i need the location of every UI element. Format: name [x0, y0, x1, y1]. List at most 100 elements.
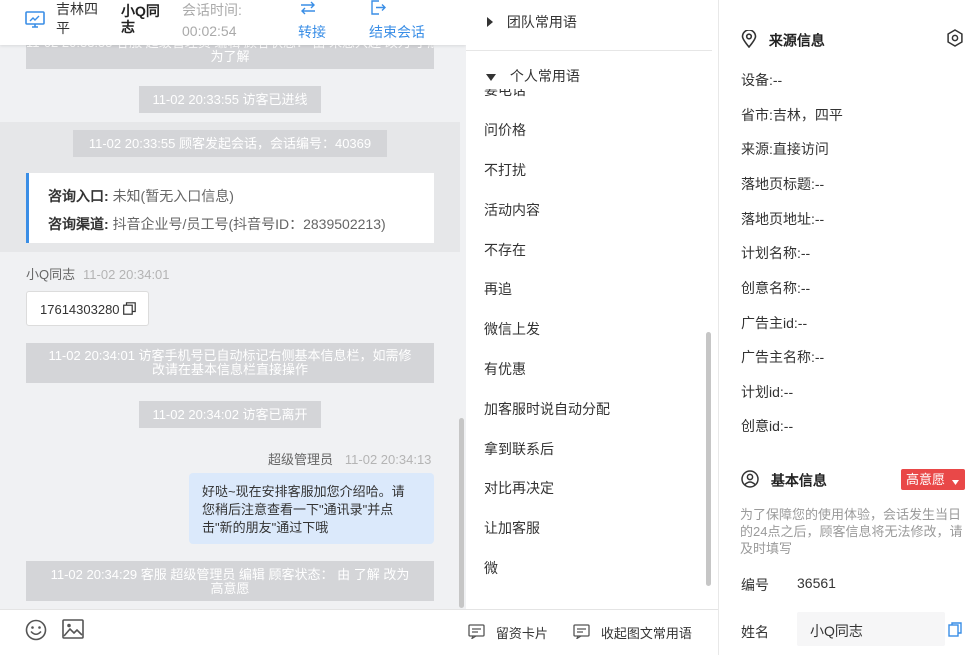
row-key: 创意id:	[741, 418, 784, 434]
system-message-text: 为了解	[210, 49, 250, 64]
agent-message-sender: 超级管理员	[268, 452, 334, 467]
visitor-message-phone: 17614303280	[40, 302, 120, 317]
card-icon	[468, 623, 485, 642]
chat-scrollbar[interactable]	[459, 418, 464, 608]
row-key: 计划名称:	[741, 245, 801, 261]
system-message-entered: 11-02 20:33:55 访客已进线	[139, 86, 321, 113]
row-value: --	[814, 176, 825, 192]
row-key: 广告主id:	[741, 315, 798, 331]
consult-entry-row: 咨询入口: 未知(暂无入口信息)	[48, 186, 234, 206]
session-start-block: 11-02 20:33:55 顾客发起会话，会话编号：40369 咨询入口: 未…	[0, 122, 460, 252]
row-value: --	[814, 349, 825, 365]
row-key: 广告主名称:	[741, 349, 815, 365]
phrase-item[interactable]: 活动内容	[484, 200, 540, 220]
id-value: 36561	[797, 575, 836, 591]
caret-down-icon	[951, 470, 959, 491]
system-message-text: 11-02 20:34:01 访客手机号已自动标记右侧基本信息栏，如需修	[48, 348, 412, 363]
source-row-landing-url: 落地页地址:--	[741, 209, 824, 229]
personal-phrases-toggle[interactable]: 个人常用语	[466, 66, 712, 89]
phrase-item[interactable]: 加客服时说自动分配	[484, 399, 610, 419]
emoji-icon[interactable]	[25, 619, 47, 644]
system-message-status-change: 11-02 20:34:29 客服 超级管理员 编辑 顾客状态： 由 了解 改为…	[26, 561, 434, 601]
row-value: --	[772, 72, 783, 88]
visitor-name: 吉林四平	[56, 1, 98, 36]
row-value: --	[783, 384, 794, 400]
row-key: 落地页地址:	[741, 211, 815, 227]
copy-icon[interactable]	[123, 302, 136, 318]
consult-channel-row: 咨询渠道: 抖音企业号/员工号(抖音号ID：2839502213)	[48, 214, 386, 234]
team-phrases-toggle[interactable]: 团队常用语	[486, 12, 577, 34]
consult-entry-value: 未知(暂无入口信息)	[112, 188, 234, 204]
row-value: --	[800, 280, 811, 296]
notice-text: 及时填写	[740, 541, 793, 556]
phrases-panel: 团队常用语 要电话 个人常用语 问价格 不打扰 活动内容 不存在 再追 微信上发…	[466, 0, 718, 655]
agent-message-text: 您稍后注意查看一下"通讯录"并点	[202, 502, 394, 517]
phrases-divider	[466, 50, 712, 51]
name-field[interactable]: 小Q同志	[797, 612, 945, 646]
agent-message-meta: 超级管理员 11-02 20:34:13	[268, 449, 431, 468]
source-info-header: 来源信息	[741, 29, 825, 51]
intent-badge-label: 高意愿	[906, 472, 946, 487]
phrase-item[interactable]: 对比再决定	[484, 478, 554, 498]
session-time-value: 00:02:54	[182, 23, 237, 39]
agent-name: 小Q同志	[121, 3, 160, 35]
system-message-text: 11-02 20:34:29 客服 超级管理员 编辑 顾客状态： 由 了解 改为	[50, 567, 410, 582]
source-row-city: 省市:吉林，四平	[741, 105, 843, 125]
phrase-item[interactable]: 有优惠	[484, 359, 526, 379]
phrase-item[interactable]: 不存在	[484, 240, 526, 260]
caret-down-icon	[486, 68, 496, 84]
row-key: 落地页标题:	[741, 176, 815, 192]
phrase-item[interactable]: 微信上发	[484, 319, 540, 339]
image-icon[interactable]	[62, 619, 84, 642]
source-row-advertiser-name: 广告主名称:--	[741, 347, 824, 367]
system-message-session-started: 11-02 20:33:55 顾客发起会话，会话编号：40369	[73, 130, 387, 157]
edit-notice: 为了保障您的使用体验，会话发生当日 的24点之后，顾客信息将无法修改，请 及时填…	[740, 506, 965, 557]
phrase-item[interactable]: 再追	[484, 279, 512, 299]
phrase-item[interactable]: 让加客服	[484, 518, 540, 538]
row-value: 直接访问	[772, 141, 829, 157]
end-session-button[interactable]: 结束会话	[369, 0, 433, 40]
chat-header: 吉林四平 小Q同志 会话时间: 00:02:54 转接 结束会话	[0, 0, 466, 45]
phrase-item[interactable]: 不打扰	[484, 160, 526, 180]
location-pin-icon	[741, 29, 757, 51]
row-key: 计划id:	[741, 384, 784, 400]
row-key: 省市:	[741, 107, 773, 123]
system-message-text: 高意愿	[210, 581, 250, 596]
lead-card-button[interactable]: 留资卡片	[468, 623, 548, 642]
end-session-label: 结束会话	[369, 24, 425, 40]
consult-channel-label: 咨询渠道:	[48, 216, 109, 232]
visitor-message-bubble[interactable]: 17614303280	[26, 291, 149, 326]
system-message-left: 11-02 20:34:02 访客已离开	[139, 401, 321, 428]
lead-card-label: 留资卡片	[495, 626, 548, 641]
phrase-item[interactable]: 微	[484, 558, 498, 578]
source-row-creative-id: 创意id:--	[741, 416, 793, 436]
settings-icon[interactable]	[946, 29, 964, 50]
consult-channel-value: 抖音企业号/员工号(抖音号ID：2839502213)	[112, 216, 386, 232]
consult-entry-label: 咨询入口:	[48, 188, 109, 204]
transfer-button[interactable]: 转接	[298, 0, 338, 40]
message-icon	[573, 623, 590, 642]
copy-icon[interactable]	[948, 622, 962, 640]
phrases-scrollbar[interactable]	[706, 332, 711, 586]
caret-right-icon	[486, 14, 493, 30]
session-time-label: 会话时间:	[182, 2, 242, 18]
source-row-advertiser-id: 广告主id:--	[741, 313, 807, 333]
source-row-landing-title: 落地页标题:--	[741, 174, 824, 194]
row-value: --	[800, 245, 811, 261]
collapse-phrases-button[interactable]: 收起图文常用语	[573, 623, 692, 642]
row-key: 创意名称:	[741, 280, 801, 296]
source-row-creative-name: 创意名称:--	[741, 278, 810, 298]
consult-info-card: 咨询入口: 未知(暂无入口信息) 咨询渠道: 抖音企业号/员工号(抖音号ID：2…	[26, 173, 434, 243]
transfer-icon	[300, 1, 316, 18]
source-row-device: 设备:--	[741, 70, 782, 90]
customer-info-panel: 来源信息 设备:-- 省市:吉林，四平 来源:直接访问 落地页标题:-- 落地页…	[718, 0, 977, 655]
user-icon	[741, 470, 759, 491]
transfer-label: 转接	[298, 24, 326, 40]
name-field-value: 小Q同志	[810, 623, 863, 639]
phrase-item[interactable]: 问价格	[484, 120, 526, 140]
agent-message-bubble[interactable]: 好哒~现在安排客服加您介绍哈。请 您稍后注意查看一下"通讯录"并点 击"新的朋友…	[189, 473, 434, 544]
intent-dropdown[interactable]: 高意愿	[901, 469, 965, 490]
phrase-item[interactable]: 拿到联系后	[484, 439, 554, 459]
source-info-title: 来源信息	[768, 32, 825, 49]
chat-input-toolbar	[0, 609, 466, 655]
